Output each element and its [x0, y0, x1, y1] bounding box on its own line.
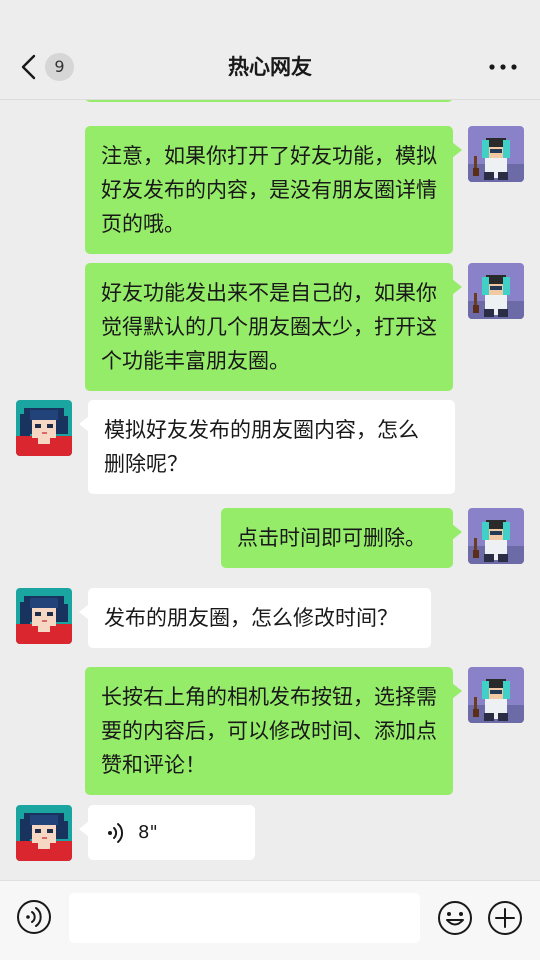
message-bubble-outgoing[interactable]: 好友功能发出来不是自己的，如果你觉得默认的几个朋友圈太少，打开这个功能丰富朋友圈… [85, 263, 462, 391]
voice-mode-icon[interactable] [16, 899, 52, 935]
chat-title: 热心网友 [228, 55, 312, 79]
voice-message-content: 8" [106, 805, 237, 860]
message-list[interactable]: 注意，如果你打开了好友功能，模拟好友发布的内容，是没有朋友圈详情页的哦。 好友功… [0, 100, 540, 880]
message-bubble-outgoing[interactable]: 注意，如果你打开了好友功能，模拟好友发布的内容，是没有朋友圈详情页的哦。 [85, 126, 462, 254]
plus-circle-icon[interactable] [486, 899, 524, 937]
voice-wave-icon [108, 822, 124, 843]
my-avatar[interactable] [468, 126, 524, 182]
contact-avatar[interactable] [16, 805, 72, 861]
contact-avatar[interactable] [16, 588, 72, 644]
voice-duration: 8" [138, 821, 158, 843]
input-toolbar [0, 880, 540, 960]
my-avatar[interactable] [468, 263, 524, 319]
more-horizontal-icon[interactable] [486, 58, 520, 76]
chat-screen: 9 热心网友 注意，如果你打开了好友功能，模拟好友发布的内容，是没有朋友圈详情页… [0, 0, 540, 960]
message-bubble-incoming[interactable]: 模拟好友发布的朋友圈内容，怎么删除呢？ [79, 400, 455, 494]
message-input[interactable] [69, 893, 420, 943]
unread-count-badge[interactable]: 9 [45, 53, 74, 81]
chevron-left-icon[interactable] [18, 53, 40, 81]
my-avatar[interactable] [468, 508, 524, 564]
voice-message-bubble[interactable]: 8" [79, 805, 255, 860]
message-bubble-outgoing[interactable]: 点击时间即可删除。 [221, 508, 462, 568]
contact-avatar[interactable] [16, 400, 72, 456]
chat-header: 9 热心网友 [0, 0, 540, 100]
message-bubble-outgoing[interactable]: 长按右上角的相机发布按钮，选择需要的内容后，可以修改时间、添加点赞和评论！ [85, 667, 462, 795]
my-avatar[interactable] [468, 667, 524, 723]
emoji-icon[interactable] [436, 899, 474, 937]
partial-message-bubble [85, 100, 453, 102]
message-bubble-incoming[interactable]: 发布的朋友圈，怎么修改时间？ [79, 588, 431, 648]
